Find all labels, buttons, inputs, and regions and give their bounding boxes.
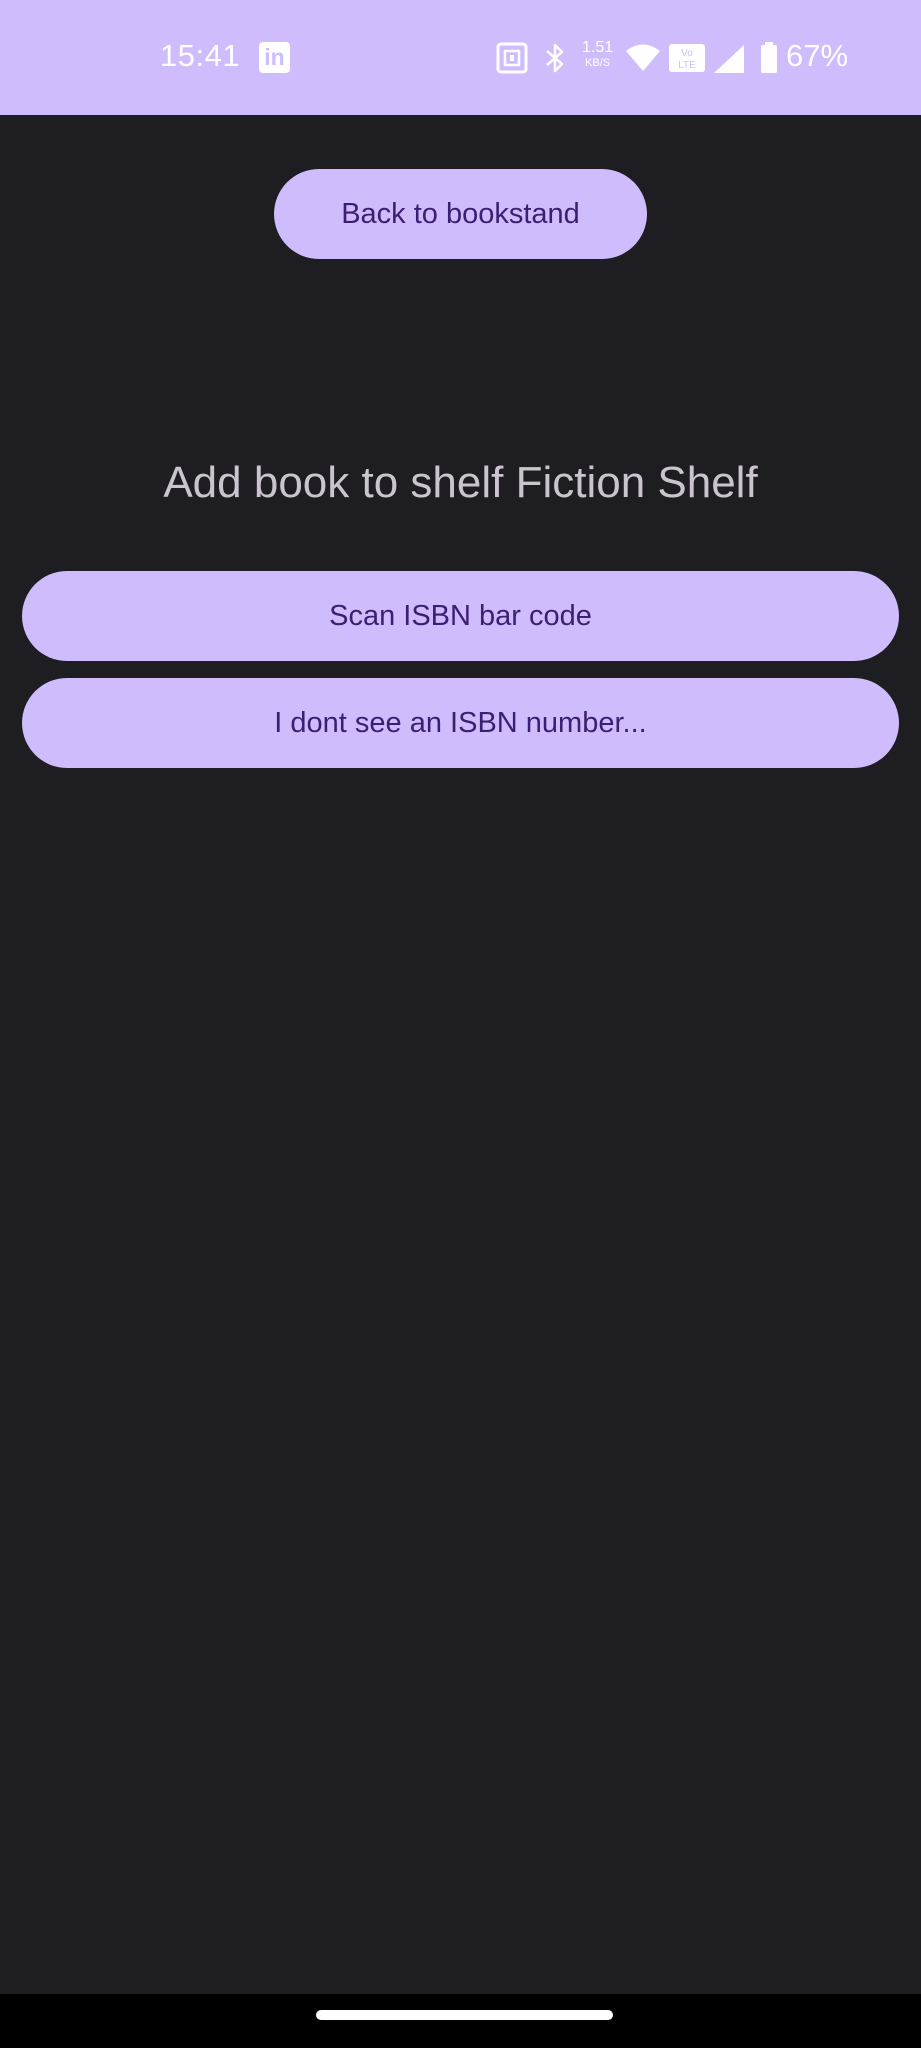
- volte-icon: Vo LTE: [669, 44, 705, 72]
- home-gesture-handle[interactable]: [316, 2010, 613, 2020]
- bluetooth-icon: [546, 43, 564, 73]
- network-speed: 1.51 KB/S: [582, 40, 613, 70]
- app-screen: 15:41 in 1.51 KB/S Vo LTE 67% Back to bo…: [0, 0, 921, 2048]
- battery-percent: 67%: [786, 38, 849, 73]
- navigation-bar: [0, 1994, 921, 2048]
- no-isbn-button[interactable]: I dont see an ISBN number...: [22, 678, 899, 768]
- page-title: Add book to shelf Fiction Shelf: [163, 458, 758, 507]
- status-time: 15:41: [160, 38, 241, 73]
- network-speed-value: 1.51: [582, 39, 614, 56]
- cell-signal-icon: [714, 45, 744, 73]
- network-speed-unit: KB/S: [585, 57, 611, 69]
- nfc-icon: [496, 42, 528, 74]
- battery-icon: [761, 42, 777, 73]
- svg-text:LTE: LTE: [678, 60, 696, 71]
- svg-text:Vo: Vo: [681, 48, 693, 59]
- wifi-icon: [626, 44, 660, 71]
- status-bar: 15:41 in 1.51 KB/S Vo LTE 67%: [0, 0, 921, 115]
- scan-isbn-button[interactable]: Scan ISBN bar code: [22, 571, 899, 661]
- linkedin-icon: in: [259, 42, 290, 73]
- back-to-bookstand-button[interactable]: Back to bookstand: [274, 169, 647, 259]
